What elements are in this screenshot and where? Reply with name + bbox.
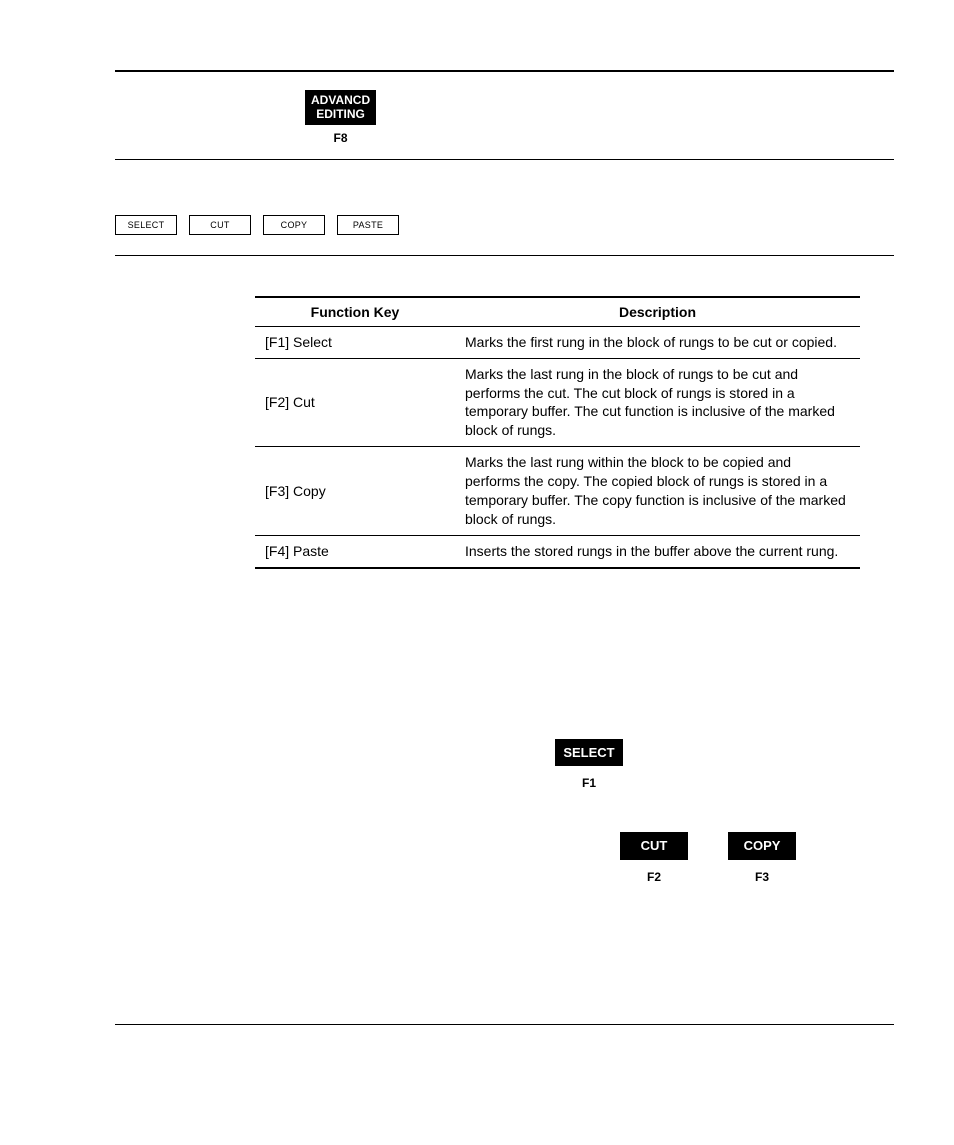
table-header-desc: Description	[455, 297, 860, 327]
cell-fk: [F2] Cut	[255, 358, 455, 447]
bottom-rule	[115, 1024, 894, 1025]
section-rule-1	[115, 159, 894, 160]
table-row: [F1] Select Marks the first rung in the …	[255, 326, 860, 358]
copy-badge: COPY	[728, 832, 796, 860]
cut-badge: CUT	[620, 832, 688, 860]
cut-button[interactable]: CUT	[189, 215, 251, 235]
inline-cut-key: CUT F2	[620, 832, 688, 884]
cell-desc: Marks the last rung within the block to …	[455, 447, 860, 536]
cell-fk: [F1] Select	[255, 326, 455, 358]
advanced-editing-badge: ADVANCD EDITING	[305, 90, 376, 125]
top-rule	[115, 70, 894, 72]
advanced-editing-key: ADVANCD EDITING F8	[305, 90, 376, 145]
cell-desc: Marks the first rung in the block of run…	[455, 326, 860, 358]
cut-fn: F2	[620, 870, 688, 884]
paste-button[interactable]: PASTE	[337, 215, 399, 235]
select-button[interactable]: SELECT	[115, 215, 177, 235]
cell-fk: [F4] Paste	[255, 535, 455, 567]
section-rule-2	[115, 255, 894, 256]
badge-line1: ADVANCD	[311, 93, 370, 107]
table-header-fk: Function Key	[255, 297, 455, 327]
function-button-row: SELECT CUT COPY PASTE	[115, 215, 894, 235]
cell-desc: Marks the last rung in the block of rung…	[455, 358, 860, 447]
advanced-editing-fn: F8	[305, 131, 376, 145]
cell-fk: [F3] Copy	[255, 447, 455, 536]
badge-line2: EDITING	[316, 107, 365, 121]
copy-button[interactable]: COPY	[263, 215, 325, 235]
select-badge: SELECT	[555, 739, 623, 767]
select-fn: F1	[555, 776, 623, 790]
inline-copy-key: COPY F3	[728, 832, 796, 884]
table-row: [F2] Cut Marks the last rung in the bloc…	[255, 358, 860, 447]
cell-desc: Inserts the stored rungs in the buffer a…	[455, 535, 860, 567]
table-row: [F4] Paste Inserts the stored rungs in t…	[255, 535, 860, 567]
function-key-table: Function Key Description [F1] Select Mar…	[255, 296, 860, 569]
inline-select-key: SELECT F1	[555, 739, 623, 791]
table-row: [F3] Copy Marks the last rung within the…	[255, 447, 860, 536]
copy-fn: F3	[728, 870, 796, 884]
